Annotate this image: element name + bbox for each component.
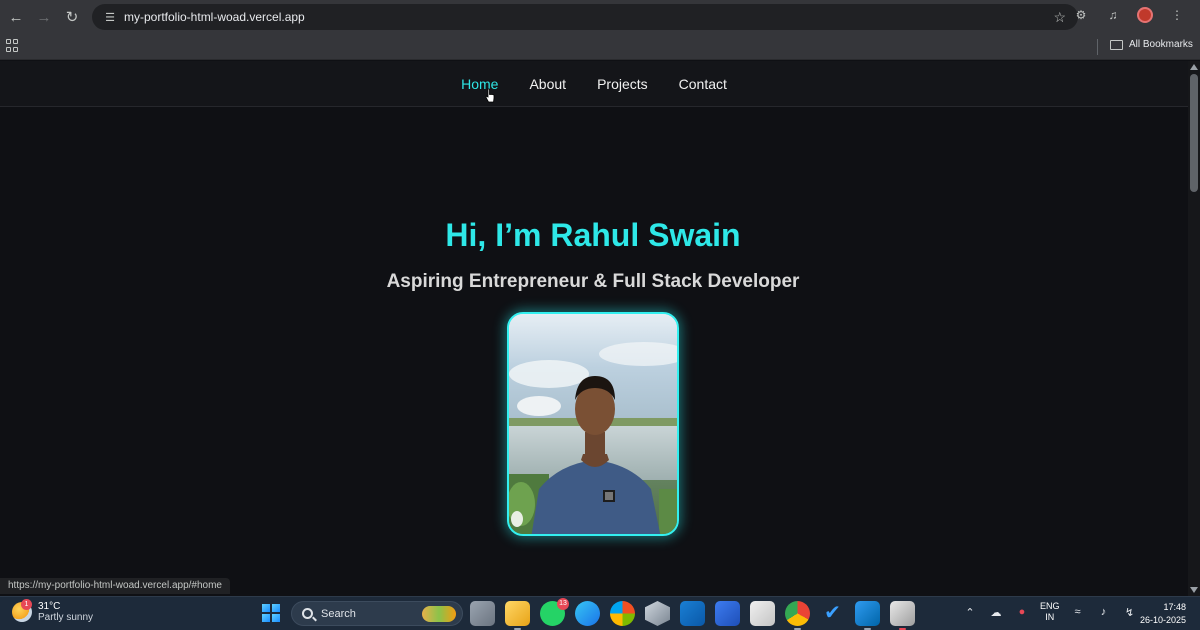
profile-avatar-icon[interactable] bbox=[1134, 4, 1156, 26]
edge-browser-icon[interactable] bbox=[575, 601, 600, 626]
whatsapp-badge: 13 bbox=[557, 598, 569, 610]
store-icon[interactable] bbox=[750, 601, 775, 626]
profile-photo bbox=[507, 312, 679, 536]
taskbar-search-box[interactable]: Search bbox=[291, 601, 463, 626]
extension-icon[interactable]: ⚙ bbox=[1070, 4, 1092, 26]
microphone-icon[interactable]: ● bbox=[1014, 604, 1030, 620]
bookmarks-bar: All Bookmarks bbox=[0, 34, 1200, 60]
language-indicator[interactable]: ENG IN bbox=[1040, 601, 1060, 623]
weather-badge: 1 bbox=[21, 599, 32, 610]
menu-kebab-icon[interactable]: ⋮ bbox=[1166, 4, 1188, 26]
hand-cursor-icon bbox=[485, 88, 495, 103]
outlook-icon[interactable] bbox=[680, 601, 705, 626]
vscode-icon[interactable] bbox=[855, 601, 880, 630]
search-icon bbox=[302, 608, 313, 619]
bookmarks-divider bbox=[1097, 39, 1098, 55]
weather-temperature: 31°C bbox=[38, 601, 61, 612]
all-bookmarks-label: All Bookmarks bbox=[1129, 39, 1193, 50]
taskbar-apps: 13 ✔ bbox=[470, 598, 915, 630]
apps-grid-icon[interactable] bbox=[6, 39, 20, 53]
scroll-up-arrow-icon[interactable] bbox=[1190, 64, 1198, 70]
task-view-icon[interactable] bbox=[470, 601, 495, 626]
region-code: IN bbox=[1045, 612, 1055, 622]
all-bookmarks-button[interactable]: All Bookmarks bbox=[1110, 39, 1193, 50]
scroll-down-arrow-icon[interactable] bbox=[1190, 587, 1198, 593]
page-viewport: Home About Projects Contact Hi, I’m Rahu… bbox=[0, 61, 1188, 596]
clock-time: 17:48 bbox=[1163, 602, 1186, 612]
bookmark-star-icon[interactable]: ☆ bbox=[1053, 9, 1066, 26]
windows-taskbar: 1 31°C Partly sunny Search 13 ✔ ⌃ ☁ ● EN… bbox=[0, 596, 1200, 630]
taskbar-search-label: Search bbox=[321, 607, 356, 620]
todo-check-icon[interactable]: ✔ bbox=[820, 601, 845, 626]
clock-date: 26-10-2025 bbox=[1139, 615, 1186, 625]
scrollbar-thumb[interactable] bbox=[1190, 74, 1198, 192]
volume-icon[interactable]: ♪ bbox=[1096, 604, 1112, 620]
address-bar[interactable]: ☰ my-portfolio-html-woad.vercel.app ☆ bbox=[92, 4, 1078, 30]
system-clock[interactable]: 17:48 26-10-2025 bbox=[1140, 601, 1186, 627]
hero-title: Hi, I’m Rahul Swain bbox=[445, 217, 741, 253]
weather-widget[interactable]: 1 31°C Partly sunny bbox=[12, 599, 94, 623]
onedrive-cloud-icon[interactable]: ☁ bbox=[988, 604, 1004, 620]
site-navbar: Home About Projects Contact bbox=[0, 61, 1188, 107]
back-arrow-icon[interactable]: ← bbox=[2, 3, 30, 31]
forward-arrow-icon[interactable]: → bbox=[30, 3, 58, 31]
pen-app-icon[interactable] bbox=[715, 601, 740, 626]
site-info-icon[interactable]: ☰ bbox=[96, 11, 124, 24]
snipping-tool-icon[interactable] bbox=[890, 601, 915, 630]
chrome-icon[interactable] bbox=[785, 601, 810, 630]
search-highlight-art-icon bbox=[422, 606, 456, 622]
file-explorer-icon[interactable] bbox=[505, 601, 530, 630]
folder-icon bbox=[1110, 39, 1123, 50]
language-code: ENG bbox=[1040, 601, 1060, 611]
page-scrollbar[interactable] bbox=[1188, 61, 1200, 596]
weather-condition: Partly sunny bbox=[38, 612, 94, 623]
wifi-icon[interactable]: ≈ bbox=[1070, 604, 1086, 620]
browser-toolbar: ← → ↻ ☰ my-portfolio-html-woad.vercel.ap… bbox=[0, 0, 1200, 34]
media-control-icon[interactable]: ♫ bbox=[1102, 4, 1124, 26]
nav-link-projects[interactable]: Projects bbox=[597, 76, 648, 92]
partly-sunny-icon: 1 bbox=[12, 599, 32, 622]
battery-charging-icon[interactable]: ↯ bbox=[1122, 604, 1138, 620]
link-status-bubble: https://my-portfolio-html-woad.vercel.ap… bbox=[0, 578, 230, 594]
chevron-up-icon[interactable]: ⌃ bbox=[962, 604, 978, 620]
hero-subtitle: Aspiring Entrepreneur & Full Stack Devel… bbox=[386, 271, 800, 292]
nav-link-contact[interactable]: Contact bbox=[679, 76, 727, 92]
system-tray: ⌃ ☁ ● ENG IN ≈ ♪ ↯ bbox=[962, 601, 1138, 623]
profile-photo-illustration bbox=[509, 314, 677, 534]
whatsapp-icon[interactable]: 13 bbox=[540, 598, 569, 626]
terminal-hex-icon[interactable] bbox=[645, 601, 670, 626]
copilot-icon[interactable] bbox=[610, 601, 635, 626]
reload-icon[interactable]: ↻ bbox=[58, 3, 86, 31]
address-bar-url: my-portfolio-html-woad.vercel.app bbox=[124, 10, 305, 24]
nav-link-about[interactable]: About bbox=[529, 76, 566, 92]
start-button-windows-icon[interactable] bbox=[262, 604, 280, 622]
